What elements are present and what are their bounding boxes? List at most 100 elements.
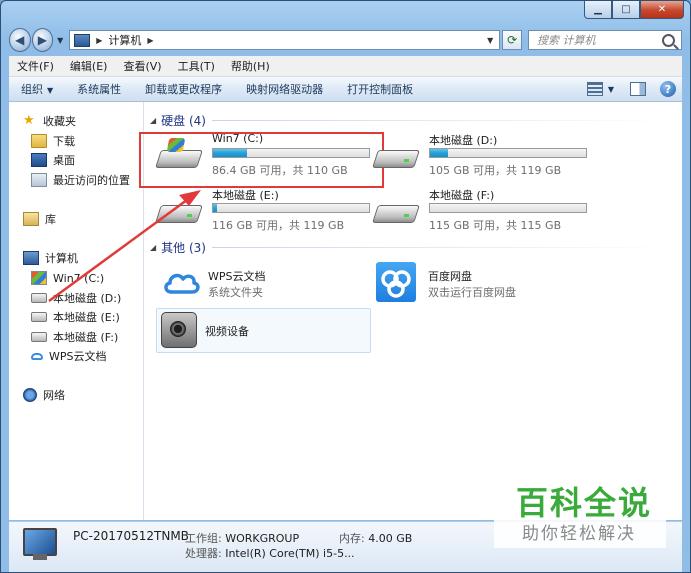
watermark: 百科全说 助你轻松解决 — [494, 466, 666, 548]
drive-body — [155, 205, 203, 223]
menu-tools[interactable]: 工具(T) — [170, 58, 223, 74]
app-name: WPS云文档 — [208, 270, 266, 283]
recent-pages-dropdown[interactable]: ▼ — [57, 36, 63, 45]
nav-libraries[interactable]: 库 — [23, 210, 56, 228]
app-desc: 系统文件夹 — [208, 286, 263, 299]
capacity-bar — [212, 203, 370, 213]
command-bar: 组织 ▼ 系统属性 卸载或更改程序 映射网络驱动器 打开控制面板 ▼ ? — [9, 77, 682, 102]
monitor-icon — [23, 528, 57, 560]
video-device-item[interactable]: 视频设备 — [156, 308, 371, 353]
minimize-icon: ▁ — [594, 4, 602, 15]
nav-downloads-label: 下载 — [53, 135, 75, 148]
search-icon[interactable] — [662, 33, 675, 47]
nav-favorites[interactable]: ★ 收藏夹 — [23, 112, 76, 130]
hard-drive-icon — [372, 201, 420, 223]
drive-name: 本地磁盘 (F:) — [429, 189, 495, 202]
group-divider — [212, 120, 672, 121]
minimize-button[interactable]: ▁ — [584, 1, 612, 19]
computer-name: PC-20170512TNMB — [73, 529, 189, 543]
computer-icon — [74, 33, 91, 47]
star-icon: ★ — [23, 113, 35, 128]
drive-led — [404, 159, 409, 162]
baidu-netdisk-item[interactable]: 百度网盘 双击运行百度网盘 — [376, 262, 591, 310]
capacity-bar — [429, 148, 587, 158]
breadcrumb-separator-icon[interactable]: ▶ — [147, 36, 153, 45]
nav-recent-places[interactable]: 最近访问的位置 — [31, 171, 130, 189]
nav-wps-label: WPS云文档 — [49, 350, 107, 363]
memory-value: 4.00 GB — [368, 532, 413, 545]
toolbar-right: ▼ ? — [586, 81, 682, 97]
nav-computer[interactable]: 计算机 — [23, 249, 78, 267]
app-name: 视频设备 — [205, 325, 249, 338]
nav-library-label: 库 — [45, 213, 56, 226]
nav-drive-d[interactable]: 本地磁盘 (D:) — [31, 289, 121, 307]
nav-drive-c[interactable]: Win7 (C:) — [31, 269, 104, 287]
cpu-info: 处理器: Intel(R) Core(TM) i5-5... — [185, 545, 355, 561]
back-button[interactable]: ◀ — [9, 28, 31, 52]
computer-icon — [23, 251, 39, 265]
group-other[interactable]: ◢ 其他 (3) — [150, 239, 206, 256]
drive-led — [187, 214, 192, 217]
maximize-button[interactable]: □ — [612, 1, 640, 19]
back-arrow-icon: ◀ — [15, 33, 25, 47]
nav-desktop[interactable]: 桌面 — [31, 151, 75, 169]
system-properties-button[interactable]: 系统属性 — [65, 81, 133, 97]
view-options-dropdown-icon[interactable]: ▼ — [608, 85, 614, 94]
open-control-panel-button[interactable]: 打开控制面板 — [335, 81, 425, 97]
help-icon[interactable]: ? — [660, 81, 676, 97]
preview-pane-icon[interactable] — [630, 82, 646, 96]
menu-edit[interactable]: 编辑(E) — [62, 58, 116, 74]
navigation-pane: ★ 收藏夹 下载 桌面 最近访问的位置 库 计算机 Win7 (C:) 本地磁盘 … — [9, 102, 144, 520]
collapse-triangle-icon: ◢ — [150, 243, 157, 252]
close-button[interactable]: ✕ — [640, 1, 684, 19]
hard-drive-icon — [31, 332, 47, 342]
group-hdd-label: 硬盘 (4) — [161, 114, 206, 128]
capacity-fill — [430, 149, 449, 157]
nav-downloads[interactable]: 下载 — [31, 132, 75, 150]
uninstall-program-button[interactable]: 卸载或更改程序 — [133, 81, 234, 97]
navigation-bar: ◀ ▶ ▼ ▶ 计算机 ▶ ▼ ⟳ 搜索 计算机 — [9, 27, 682, 53]
drive-tile-e[interactable]: 本地磁盘 (E:) 116 GB 可用，共 119 GB — [152, 187, 382, 235]
menu-help[interactable]: 帮助(H) — [223, 58, 278, 74]
group-hard-drives[interactable]: ◢ 硬盘 (4) — [150, 112, 206, 129]
address-dropdown-icon[interactable]: ▼ — [487, 36, 493, 45]
forward-button[interactable]: ▶ — [31, 28, 54, 52]
network-icon — [23, 388, 37, 402]
breadcrumb-separator-icon[interactable]: ▶ — [96, 36, 102, 45]
map-network-drive-button[interactable]: 映射网络驱动器 — [234, 81, 335, 97]
refresh-button[interactable]: ⟳ — [502, 30, 523, 50]
caption-buttons: ▁ □ ✕ — [584, 1, 684, 19]
drive-body — [372, 150, 420, 168]
nav-wps-cloud[interactable]: WPS云文档 — [31, 347, 107, 365]
drive-tile-f[interactable]: 本地磁盘 (F:) 115 GB 可用，共 115 GB — [369, 187, 599, 235]
organize-button[interactable]: 组织 ▼ — [9, 81, 65, 97]
webcam-icon — [161, 312, 197, 348]
menu-file[interactable]: 文件(F) — [9, 58, 62, 74]
nav-drive-f[interactable]: 本地磁盘 (F:) — [31, 328, 118, 346]
baidu-netdisk-icon — [376, 262, 416, 302]
app-desc: 双击运行百度网盘 — [428, 286, 516, 299]
breadcrumb-computer[interactable]: 计算机 — [108, 32, 141, 48]
search-input[interactable]: 搜索 计算机 — [528, 30, 682, 50]
downloads-folder-icon — [31, 134, 47, 148]
change-view-icon[interactable] — [586, 82, 603, 96]
wps-cloud-icon — [164, 273, 200, 294]
nav-drive-c-label: Win7 (C:) — [53, 271, 105, 285]
maximize-icon: □ — [621, 4, 631, 15]
app-name: 百度网盘 — [428, 270, 472, 283]
drive-tile-d[interactable]: 本地磁盘 (D:) 105 GB 可用，共 119 GB — [369, 132, 599, 180]
address-bar[interactable]: ▶ 计算机 ▶ ▼ — [69, 30, 501, 50]
nav-drive-d-label: 本地磁盘 (D:) — [53, 292, 122, 305]
watermark-subtitle: 助你轻松解决 — [522, 524, 636, 544]
annotation-highlight-box — [139, 132, 384, 188]
drive-free-space: 105 GB 可用，共 119 GB — [429, 164, 562, 177]
chevron-down-icon: ▼ — [47, 86, 54, 95]
nav-drive-e[interactable]: 本地磁盘 (E:) — [31, 308, 120, 326]
drive-free-space: 116 GB 可用，共 119 GB — [212, 219, 345, 232]
cloud-icon — [31, 352, 43, 360]
wps-cloud-item[interactable]: WPS云文档 系统文件夹 — [156, 262, 371, 310]
hard-drive-icon — [372, 146, 420, 168]
menu-view[interactable]: 查看(V) — [115, 58, 169, 74]
nav-network-label: 网络 — [43, 389, 65, 402]
nav-network[interactable]: 网络 — [23, 386, 65, 404]
